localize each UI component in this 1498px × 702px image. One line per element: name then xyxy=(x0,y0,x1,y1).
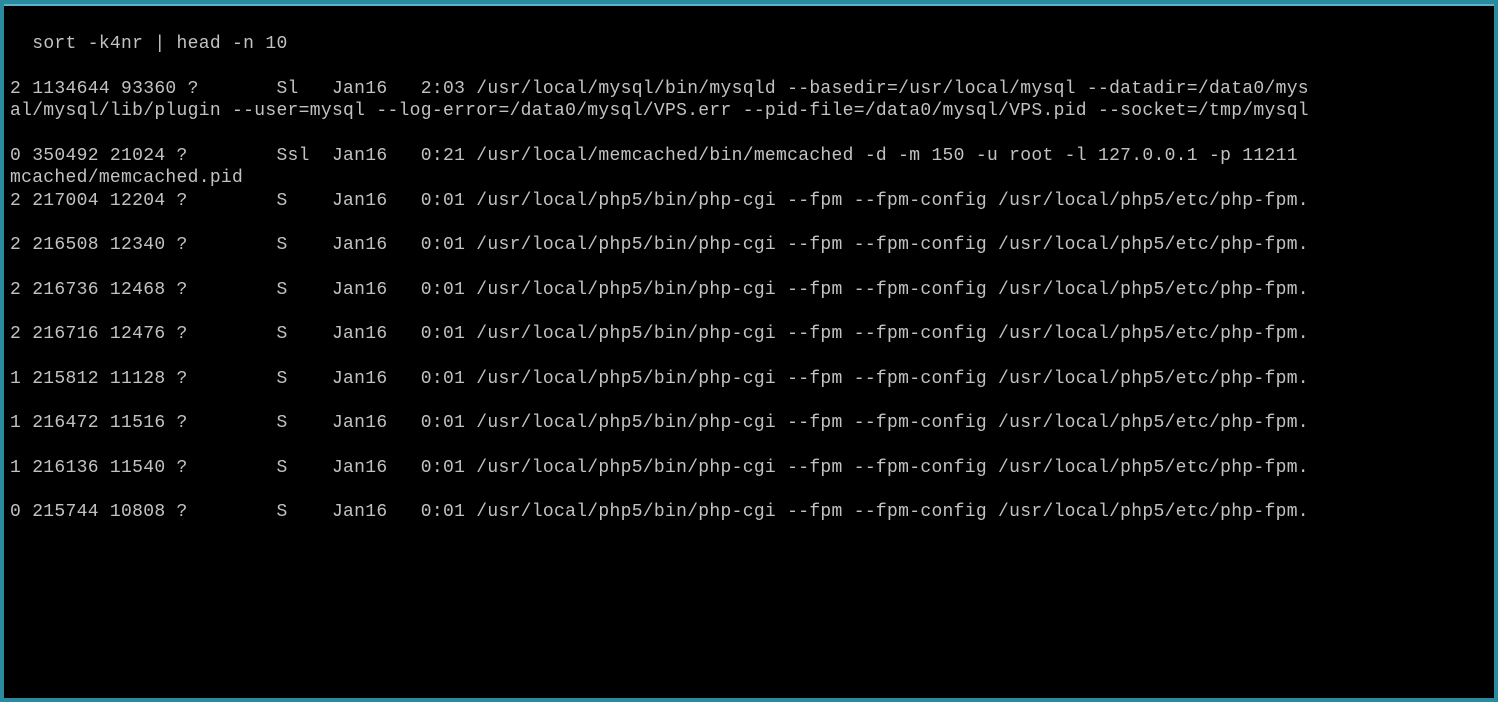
command-prompt-line: sort -k4nr | head -n 10 xyxy=(32,34,287,54)
terminal-output-line: 1 215812 11128 ? S Jan16 0:01 /usr/local… xyxy=(10,368,1488,391)
terminal-output-line: mcached/memcached.pid xyxy=(10,167,1488,190)
terminal-output-line xyxy=(10,257,1488,279)
terminal-output-line: 2 216508 12340 ? S Jan16 0:01 /usr/local… xyxy=(10,234,1488,257)
terminal-output-line xyxy=(10,435,1488,457)
terminal-output-line: 2 216736 12468 ? S Jan16 0:01 /usr/local… xyxy=(10,279,1488,302)
terminal-output-line xyxy=(10,212,1488,234)
terminal-output-line: 0 215744 10808 ? S Jan16 0:01 /usr/local… xyxy=(10,501,1488,524)
terminal-output-line: 1 216136 11540 ? S Jan16 0:01 /usr/local… xyxy=(10,457,1488,480)
terminal-output: 2 1134644 93360 ? Sl Jan16 2:03 /usr/loc… xyxy=(10,78,1488,524)
terminal-window[interactable]: sort -k4nr | head -n 10 2 1134644 93360 … xyxy=(4,4,1494,698)
terminal-output-line: al/mysql/lib/plugin --user=mysql --log-e… xyxy=(10,100,1488,123)
terminal-output-line xyxy=(10,390,1488,412)
terminal-output-line: 2 1134644 93360 ? Sl Jan16 2:03 /usr/loc… xyxy=(10,78,1488,101)
terminal-output-line xyxy=(10,301,1488,323)
terminal-output-line: 2 217004 12204 ? S Jan16 0:01 /usr/local… xyxy=(10,190,1488,213)
terminal-output-line: 1 216472 11516 ? S Jan16 0:01 /usr/local… xyxy=(10,412,1488,435)
terminal-output-line xyxy=(10,346,1488,368)
terminal-output-line xyxy=(10,123,1488,145)
terminal-output-line: 0 350492 21024 ? Ssl Jan16 0:21 /usr/loc… xyxy=(10,145,1488,168)
terminal-output-line xyxy=(10,479,1488,501)
terminal-output-line: 2 216716 12476 ? S Jan16 0:01 /usr/local… xyxy=(10,323,1488,346)
